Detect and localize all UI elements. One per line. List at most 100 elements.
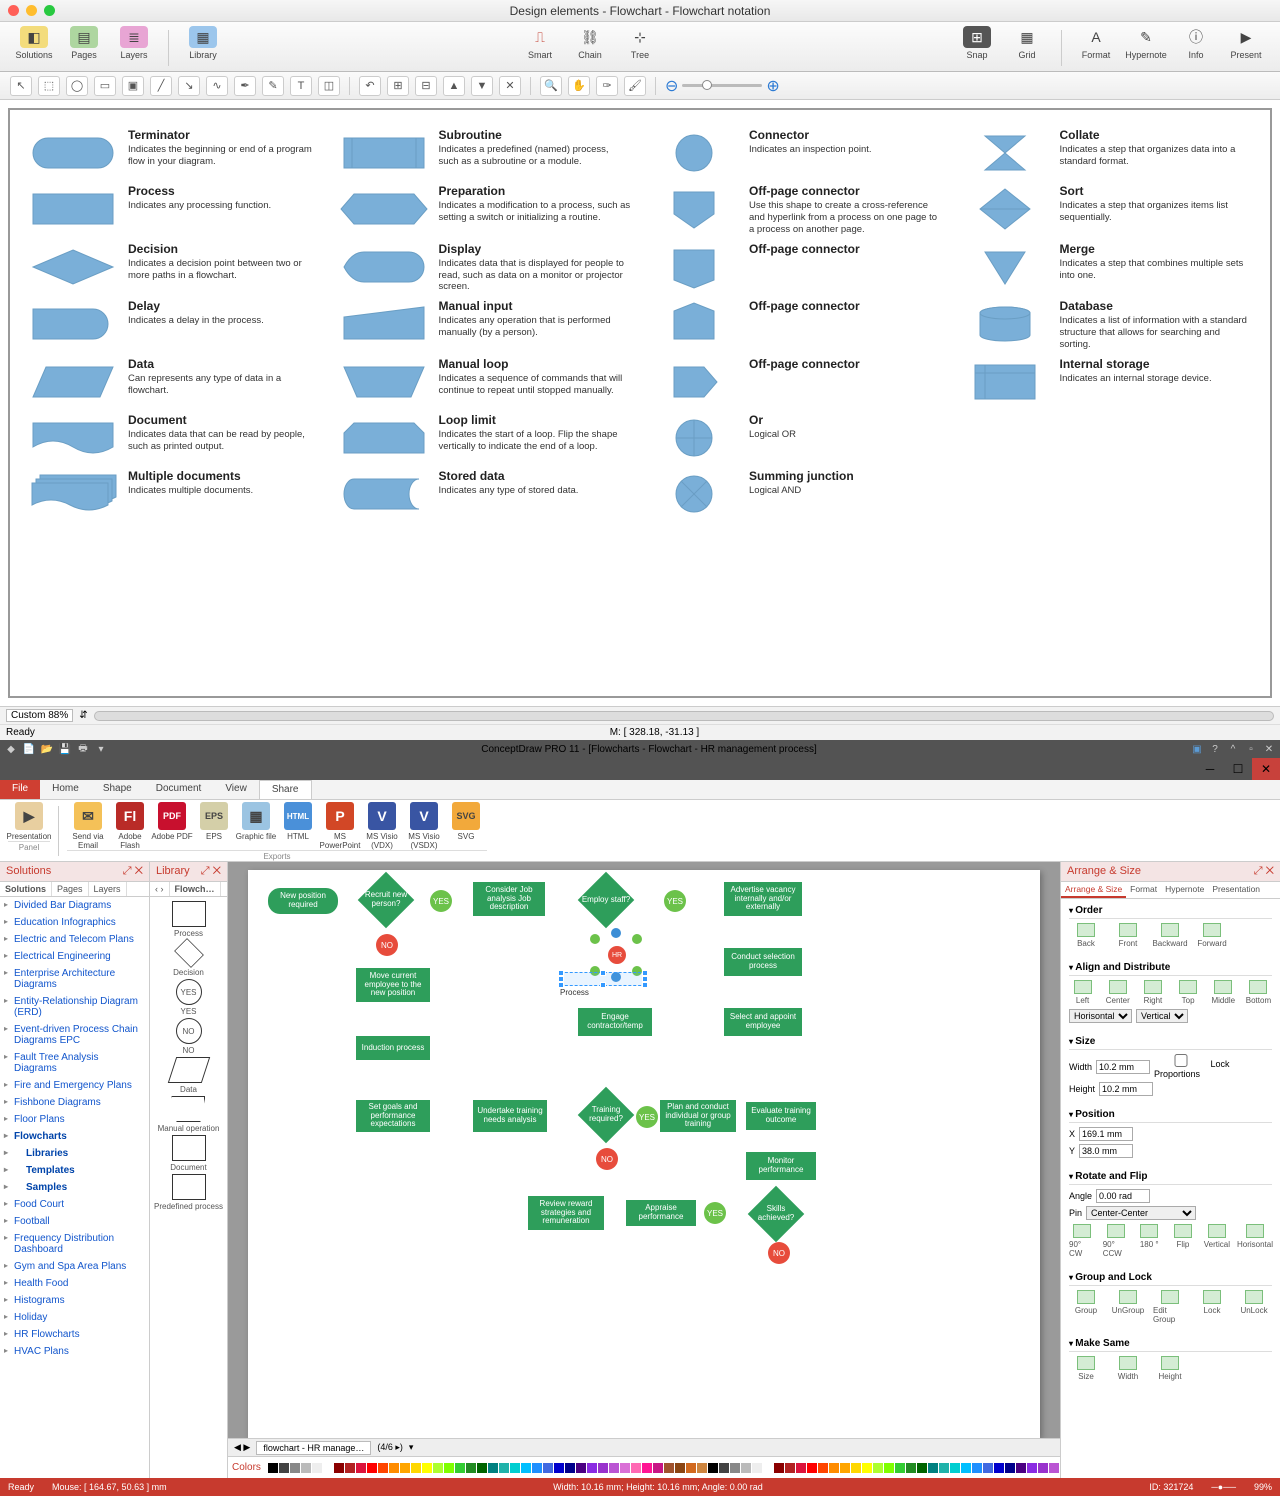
print-icon[interactable]: 🖶 (76, 742, 90, 756)
color-swatch[interactable] (488, 1463, 498, 1473)
shape-def[interactable]: Off-page connectorUse this shape to crea… (649, 184, 942, 236)
color-swatch[interactable] (521, 1463, 531, 1473)
color-swatch[interactable] (994, 1463, 1004, 1473)
curve-tool[interactable]: ∿ (206, 76, 228, 96)
node-setgoals[interactable]: Set goals and performance expectations (356, 1100, 430, 1132)
help-icon[interactable]: ▣ (1190, 742, 1204, 756)
rp-action[interactable]: Back (1069, 923, 1103, 948)
shape-def[interactable]: CollateIndicates a step that organizes d… (960, 128, 1253, 178)
color-swatch[interactable] (268, 1463, 278, 1473)
color-swatch[interactable] (730, 1463, 740, 1473)
zoom-select[interactable]: Custom 88% (6, 709, 73, 722)
grid-button[interactable]: ▦Grid (1003, 26, 1051, 60)
sol-subitem[interactable]: Libraries (0, 1145, 149, 1162)
close-button[interactable]: ✕ (1252, 758, 1280, 780)
rp-tab[interactable]: Presentation (1208, 882, 1264, 898)
maximize-button[interactable]: ☐ (1224, 758, 1252, 780)
solutions-button[interactable]: ◧Solutions (10, 26, 58, 60)
shape-def[interactable]: SortIndicates a step that organizes item… (960, 184, 1253, 236)
page[interactable]: New position required Recruit new person… (248, 870, 1040, 1438)
node-consider[interactable]: Consider Job analysis Job description (473, 882, 545, 916)
color-swatch[interactable] (466, 1463, 476, 1473)
shape-def[interactable]: DataCan represents any type of data in a… (28, 357, 321, 407)
connector-tool[interactable]: ↘ (178, 76, 200, 96)
shape-def[interactable]: Multiple documentsIndicates multiple doc… (28, 469, 321, 519)
color-swatch[interactable] (411, 1463, 421, 1473)
presentation-button[interactable]: ▶Presentation (8, 802, 50, 841)
node-training[interactable]: Training required? (578, 1095, 634, 1135)
shape-def[interactable] (960, 469, 1253, 519)
open-icon[interactable]: 📂 (40, 742, 54, 756)
ribbon-help-icon[interactable]: ? (1208, 742, 1222, 756)
rp-action[interactable]: UnLock (1237, 1290, 1271, 1324)
snap-button[interactable]: ⊞Snap (953, 26, 1001, 60)
rp-action[interactable]: Edit Group (1153, 1290, 1187, 1324)
color-swatch[interactable] (774, 1463, 784, 1473)
shape-def[interactable]: DelayIndicates a delay in the process. (28, 299, 321, 351)
color-swatch[interactable] (851, 1463, 861, 1473)
color-swatch[interactable] (367, 1463, 377, 1473)
color-swatch[interactable] (334, 1463, 344, 1473)
no-3[interactable]: NO (768, 1242, 790, 1264)
ms-visio-vsdx-button[interactable]: VMS Visio (VSDX) (403, 802, 445, 850)
graphic-file-button[interactable]: ▦Graphic file (235, 802, 277, 850)
no-2[interactable]: NO (596, 1148, 618, 1170)
rotate-heading[interactable]: Rotate and Flip (1069, 1169, 1272, 1185)
shape-def[interactable]: Summing junctionLogical AND (649, 469, 942, 519)
color-swatch[interactable] (312, 1463, 322, 1473)
save-icon[interactable]: 💾 (58, 742, 72, 756)
color-swatch[interactable] (598, 1463, 608, 1473)
color-swatch[interactable] (1005, 1463, 1015, 1473)
rp-action[interactable]: Right (1139, 980, 1166, 1005)
node-select[interactable]: Select and appoint employee (724, 1008, 802, 1036)
sol-item[interactable]: Divided Bar Diagrams (0, 897, 149, 914)
sol-item[interactable]: HVAC Plans (0, 1343, 149, 1360)
sol-item[interactable]: Food Court (0, 1196, 149, 1213)
library-list[interactable]: ProcessDecisionYESYESNONODataManual oper… (150, 897, 227, 1478)
sol-item[interactable]: Football (0, 1213, 149, 1230)
color-swatch[interactable] (884, 1463, 894, 1473)
panel-pin-icon[interactable]: ⤢ ✕ (123, 865, 143, 878)
close-child-icon[interactable]: ✕ (1262, 742, 1276, 756)
back-button[interactable]: ▼ (471, 76, 493, 96)
shape-def[interactable]: DocumentIndicates data that can be read … (28, 413, 321, 463)
lib-item[interactable]: Data (172, 1057, 206, 1094)
zoom-icon[interactable] (44, 5, 55, 16)
rp-action[interactable]: Middle (1210, 980, 1237, 1005)
rp-action[interactable]: 180 ° (1136, 1224, 1162, 1258)
color-swatch[interactable] (840, 1463, 850, 1473)
shape-def[interactable]: DatabaseIndicates a list of information … (960, 299, 1253, 351)
lib-nav[interactable]: ‹ › (150, 882, 170, 896)
hypernote-button[interactable]: ✎Hypernote (1122, 26, 1170, 60)
sheet-tab-menu[interactable]: ▾ (409, 1442, 414, 1453)
color-swatch[interactable] (1049, 1463, 1059, 1473)
color-swatch[interactable] (785, 1463, 795, 1473)
ungroup-button[interactable]: ⊟ (415, 76, 437, 96)
node-induction[interactable]: Induction process (356, 1036, 430, 1060)
adobe-pdf-button[interactable]: PDFAdobe PDF (151, 802, 193, 850)
align-heading[interactable]: Align and Distribute (1069, 960, 1272, 976)
size-heading[interactable]: Size (1069, 1034, 1272, 1050)
shape-def[interactable]: DecisionIndicates a decision point betwe… (28, 242, 321, 294)
sol-item[interactable]: Fault Tree Analysis Diagrams (0, 1049, 149, 1077)
rp-action[interactable]: Horisontal (1238, 1224, 1272, 1258)
x-input[interactable] (1079, 1127, 1133, 1141)
group-heading[interactable]: Group and Lock (1069, 1270, 1272, 1286)
sol-item[interactable]: Health Food (0, 1275, 149, 1292)
color-swatch[interactable] (796, 1463, 806, 1473)
layers-button[interactable]: ≣Layers (110, 26, 158, 60)
restore-child-icon[interactable]: ▫ (1244, 742, 1258, 756)
rp-action[interactable]: Forward (1195, 923, 1229, 948)
rp-action[interactable]: 90° CCW (1103, 1224, 1129, 1258)
zoom-in-icon[interactable]: ⊕ (766, 76, 779, 96)
shape-def[interactable]: TerminatorIndicates the beginning or end… (28, 128, 321, 178)
rp-action[interactable]: Group (1069, 1290, 1103, 1324)
node-engage[interactable]: Engage contractor/temp (578, 1008, 652, 1036)
shape-def[interactable]: Manual inputIndicates any operation that… (339, 299, 632, 351)
minimize-icon[interactable] (26, 5, 37, 16)
shape-def[interactable]: Internal storageIndicates an internal st… (960, 357, 1253, 407)
adobe-flash-button[interactable]: FlAdobe Flash (109, 802, 151, 850)
rp-action[interactable]: Backward (1153, 923, 1187, 948)
color-swatch[interactable] (433, 1463, 443, 1473)
color-swatch[interactable] (763, 1463, 773, 1473)
